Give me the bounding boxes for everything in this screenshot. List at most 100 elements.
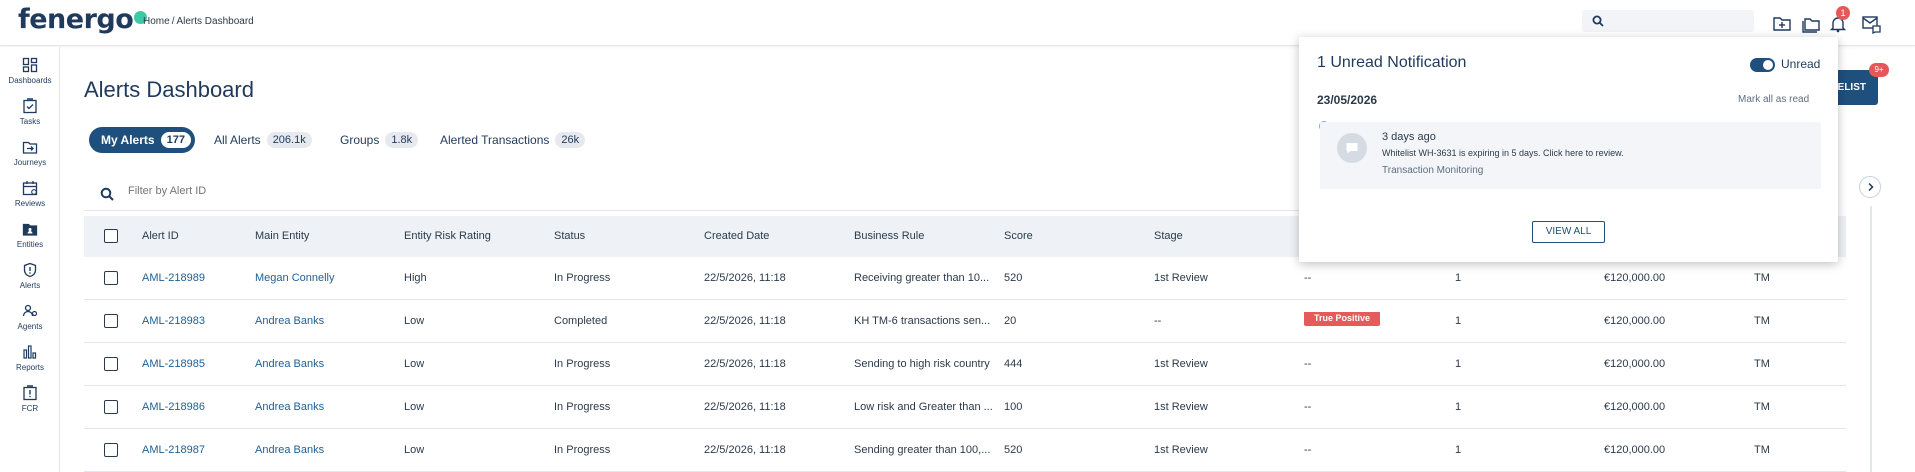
sidebar: Dashboards Tasks Journeys Reviews Entiti… bbox=[0, 47, 60, 472]
entity-link[interactable]: Andrea Banks bbox=[255, 444, 324, 456]
tab-groups[interactable]: Groups 1.8k bbox=[340, 127, 419, 153]
notification-date: 23/05/2026 bbox=[1317, 93, 1378, 107]
row-checkbox[interactable] bbox=[104, 400, 118, 414]
created-date: 22/5/2026, 11:18 bbox=[704, 401, 786, 413]
checklist-icon bbox=[23, 98, 37, 114]
alert-id-link[interactable]: AML-218987 bbox=[142, 444, 205, 456]
notification-message[interactable]: Whitelist WH-3631 is expiring in 5 days.… bbox=[1382, 148, 1624, 158]
tab-count: 177 bbox=[160, 132, 191, 148]
tab-count: 206.1k bbox=[266, 132, 312, 148]
sidebar-item-reviews[interactable]: Reviews bbox=[0, 180, 60, 220]
alert-id-link[interactable]: AML-218989 bbox=[142, 272, 205, 284]
table-row[interactable]: AML-218986 Andrea Banks Low In Progress … bbox=[84, 386, 1846, 429]
row-checkbox[interactable] bbox=[104, 357, 118, 371]
scroll-right-button[interactable] bbox=[1859, 176, 1881, 198]
amount: €120,000.00 bbox=[1604, 272, 1666, 284]
tab-count: 26k bbox=[555, 132, 586, 148]
tab-label: Alerted Transactions bbox=[440, 133, 550, 147]
score: 520 bbox=[1004, 444, 1023, 456]
sidebar-item-reports[interactable]: Reports bbox=[0, 344, 60, 384]
inbox-icon[interactable] bbox=[1860, 12, 1882, 34]
count: 1 bbox=[1455, 444, 1462, 456]
select-all-checkbox[interactable] bbox=[104, 229, 118, 243]
folders-icon[interactable] bbox=[1800, 12, 1822, 34]
sidebar-item-alerts[interactable]: Alerts bbox=[0, 262, 60, 302]
alert-id-link[interactable]: AML-218986 bbox=[142, 401, 205, 413]
entity-link[interactable]: Andrea Banks bbox=[255, 315, 324, 327]
entity-link[interactable]: Andrea Banks bbox=[255, 358, 324, 370]
column-header[interactable]: Status bbox=[554, 230, 585, 242]
sidebar-label: Dashboards bbox=[8, 76, 52, 85]
tab-all-alerts[interactable]: All Alerts 206.1k bbox=[214, 127, 312, 153]
view-all-button[interactable]: VIEW ALL bbox=[1532, 221, 1605, 243]
calendar-icon bbox=[22, 181, 38, 196]
scroll-track[interactable] bbox=[1870, 206, 1872, 472]
alert-id-link[interactable]: AML-218983 bbox=[142, 315, 205, 327]
mark-all-read-link[interactable]: Mark all as read bbox=[1738, 94, 1809, 105]
folder-arrow-icon bbox=[22, 141, 38, 154]
row-checkbox[interactable] bbox=[104, 314, 118, 328]
count: 1 bbox=[1455, 272, 1462, 284]
alert-id-filter-input[interactable] bbox=[128, 185, 528, 197]
entity-link[interactable]: Andrea Banks bbox=[255, 401, 324, 413]
stage: -- bbox=[1154, 315, 1162, 327]
sidebar-item-tasks[interactable]: Tasks bbox=[0, 98, 60, 138]
created-date: 22/5/2026, 11:18 bbox=[704, 358, 786, 370]
amount: €120,000.00 bbox=[1604, 401, 1666, 413]
alert-id-link[interactable]: AML-218985 bbox=[142, 358, 205, 370]
sidebar-item-fcr[interactable]: FCR bbox=[0, 385, 60, 425]
breadcrumb: Home / Alerts Dashboard bbox=[143, 16, 254, 27]
row-checkbox[interactable] bbox=[104, 271, 118, 285]
table-row[interactable]: AML-218989 Megan Connelly High In Progre… bbox=[84, 257, 1846, 300]
tab-alerted-transactions[interactable]: Alerted Transactions 26k bbox=[440, 127, 586, 153]
column-header[interactable]: Business Rule bbox=[854, 230, 924, 242]
column-header[interactable]: Main Entity bbox=[255, 230, 309, 242]
column-header[interactable]: Created Date bbox=[704, 230, 769, 242]
table-row[interactable]: AML-218987 Andrea Banks Low In Progress … bbox=[84, 429, 1846, 472]
column-header[interactable]: Alert ID bbox=[142, 230, 179, 242]
column-header[interactable]: Entity Risk Rating bbox=[404, 230, 491, 242]
tab-count: 1.8k bbox=[385, 132, 419, 148]
table-row[interactable]: AML-218985 Andrea Banks Low In Progress … bbox=[84, 343, 1846, 386]
fcr-icon bbox=[23, 385, 37, 401]
sidebar-item-journeys[interactable]: Journeys bbox=[0, 139, 60, 179]
column-header[interactable]: Stage bbox=[1154, 230, 1183, 242]
status: In Progress bbox=[554, 401, 611, 413]
entity-link[interactable]: Megan Connelly bbox=[255, 272, 335, 284]
sidebar-item-agents[interactable]: Agents bbox=[0, 303, 60, 343]
risk-rating: Low bbox=[404, 358, 425, 370]
chat-icon bbox=[1346, 143, 1358, 154]
shield-icon bbox=[23, 262, 37, 278]
unread-toggle[interactable] bbox=[1750, 58, 1775, 72]
sidebar-item-entities[interactable]: Entities bbox=[0, 221, 60, 261]
global-search-input[interactable] bbox=[1582, 10, 1754, 32]
breadcrumb-home[interactable]: Home bbox=[143, 16, 170, 27]
agents-icon bbox=[22, 304, 38, 317]
tab-label: Groups bbox=[340, 133, 380, 147]
chevron-right-icon bbox=[1868, 182, 1874, 192]
type: TM bbox=[1754, 444, 1770, 456]
outcome: -- bbox=[1304, 358, 1312, 370]
filter-bar bbox=[84, 177, 1299, 211]
folder-person-icon bbox=[22, 223, 38, 236]
notification-item[interactable]: 3 days ago Whitelist WH-3631 is expiring… bbox=[1320, 122, 1821, 189]
risk-rating: High bbox=[404, 272, 427, 284]
amount: €120,000.00 bbox=[1604, 444, 1666, 456]
sidebar-label: Journeys bbox=[13, 158, 47, 167]
sidebar-item-dashboards[interactable]: Dashboards bbox=[0, 57, 60, 97]
outcome: -- bbox=[1304, 444, 1312, 456]
fenergo-logo[interactable]: fenergo bbox=[18, 4, 148, 35]
sidebar-label: Agents bbox=[17, 322, 43, 331]
folder-add-icon[interactable] bbox=[1771, 12, 1793, 34]
row-checkbox[interactable] bbox=[104, 443, 118, 457]
outcome: -- bbox=[1304, 272, 1312, 284]
table-row[interactable]: AML-218983 Andrea Banks Low Completed 22… bbox=[84, 300, 1846, 343]
type: TM bbox=[1754, 272, 1770, 284]
sidebar-label: Alerts bbox=[19, 281, 41, 290]
column-header[interactable]: Score bbox=[1004, 230, 1033, 242]
whitelist-badge: 9+ bbox=[1869, 63, 1889, 77]
notification-time: 3 days ago bbox=[1382, 131, 1436, 143]
stage: 1st Review bbox=[1154, 272, 1208, 284]
tab-my-alerts[interactable]: My Alerts 177 bbox=[89, 127, 195, 153]
sidebar-label: FCR bbox=[21, 404, 39, 413]
